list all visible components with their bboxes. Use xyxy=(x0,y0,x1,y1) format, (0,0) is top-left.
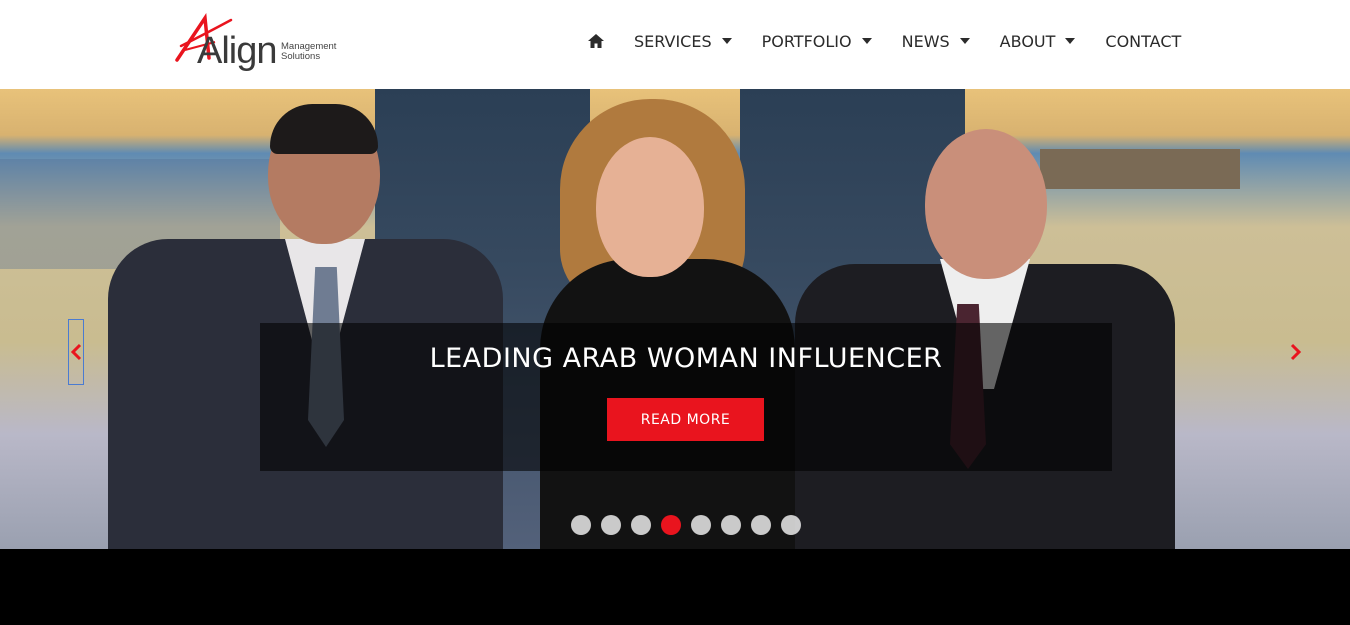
slider-pagination xyxy=(571,515,811,535)
bg-frame xyxy=(1040,149,1240,189)
nav-label-about: ABOUT xyxy=(999,31,1056,51)
main-nav: SERVICES PORTFOLIO NEWS ABOUT CONTACT xyxy=(588,29,1181,53)
nav-label-services: SERVICES xyxy=(634,31,712,51)
logo[interactable]: Align Management Solutions xyxy=(175,12,345,74)
caret-down-icon xyxy=(959,38,970,44)
slide-dot[interactable] xyxy=(601,515,621,535)
hero-slider: LEADING ARAB WOMAN INFLUENCER READ MORE xyxy=(0,89,1350,549)
hero-title: LEADING ARAB WOMAN INFLUENCER xyxy=(429,343,943,374)
home-icon[interactable] xyxy=(588,34,604,48)
site-header: Align Management Solutions SERVICES PORT… xyxy=(0,0,1350,89)
slide-dot-active[interactable] xyxy=(661,515,681,535)
nav-label-news: NEWS xyxy=(901,31,950,51)
face xyxy=(925,129,1047,279)
slide-dot[interactable] xyxy=(691,515,711,535)
caret-down-icon xyxy=(721,38,732,44)
slide-dot[interactable] xyxy=(631,515,651,535)
slide-dot[interactable] xyxy=(721,515,741,535)
slide-dot[interactable] xyxy=(571,515,591,535)
nav-item-contact[interactable]: CONTACT xyxy=(1105,32,1181,51)
nav-item-services[interactable]: SERVICES xyxy=(634,32,732,51)
logo-wordmark: Align xyxy=(197,30,277,72)
nav-label-contact: CONTACT xyxy=(1105,31,1182,51)
slide-dot[interactable] xyxy=(781,515,801,535)
chevron-left-icon xyxy=(70,343,82,361)
hero-caption: LEADING ARAB WOMAN INFLUENCER READ MORE xyxy=(260,323,1112,471)
caret-down-icon xyxy=(861,38,872,44)
caret-down-icon xyxy=(1065,38,1076,44)
slider-prev-button[interactable] xyxy=(68,319,84,385)
slide-dot[interactable] xyxy=(751,515,771,535)
logo-sub-line-2: Solutions xyxy=(281,51,321,62)
nav-item-portfolio[interactable]: PORTFOLIO xyxy=(762,32,872,51)
hair xyxy=(270,104,378,154)
face xyxy=(596,137,704,277)
chevron-right-icon xyxy=(1290,343,1302,361)
nav-item-about[interactable]: ABOUT xyxy=(1000,32,1076,51)
read-more-button[interactable]: READ MORE xyxy=(607,398,764,441)
nav-label-portfolio: PORTFOLIO xyxy=(761,31,852,51)
page-bottom xyxy=(0,549,1350,625)
slider-next-button[interactable] xyxy=(1288,319,1304,385)
nav-item-news[interactable]: NEWS xyxy=(902,32,970,51)
logo-subtitle: Management Solutions xyxy=(281,42,336,62)
